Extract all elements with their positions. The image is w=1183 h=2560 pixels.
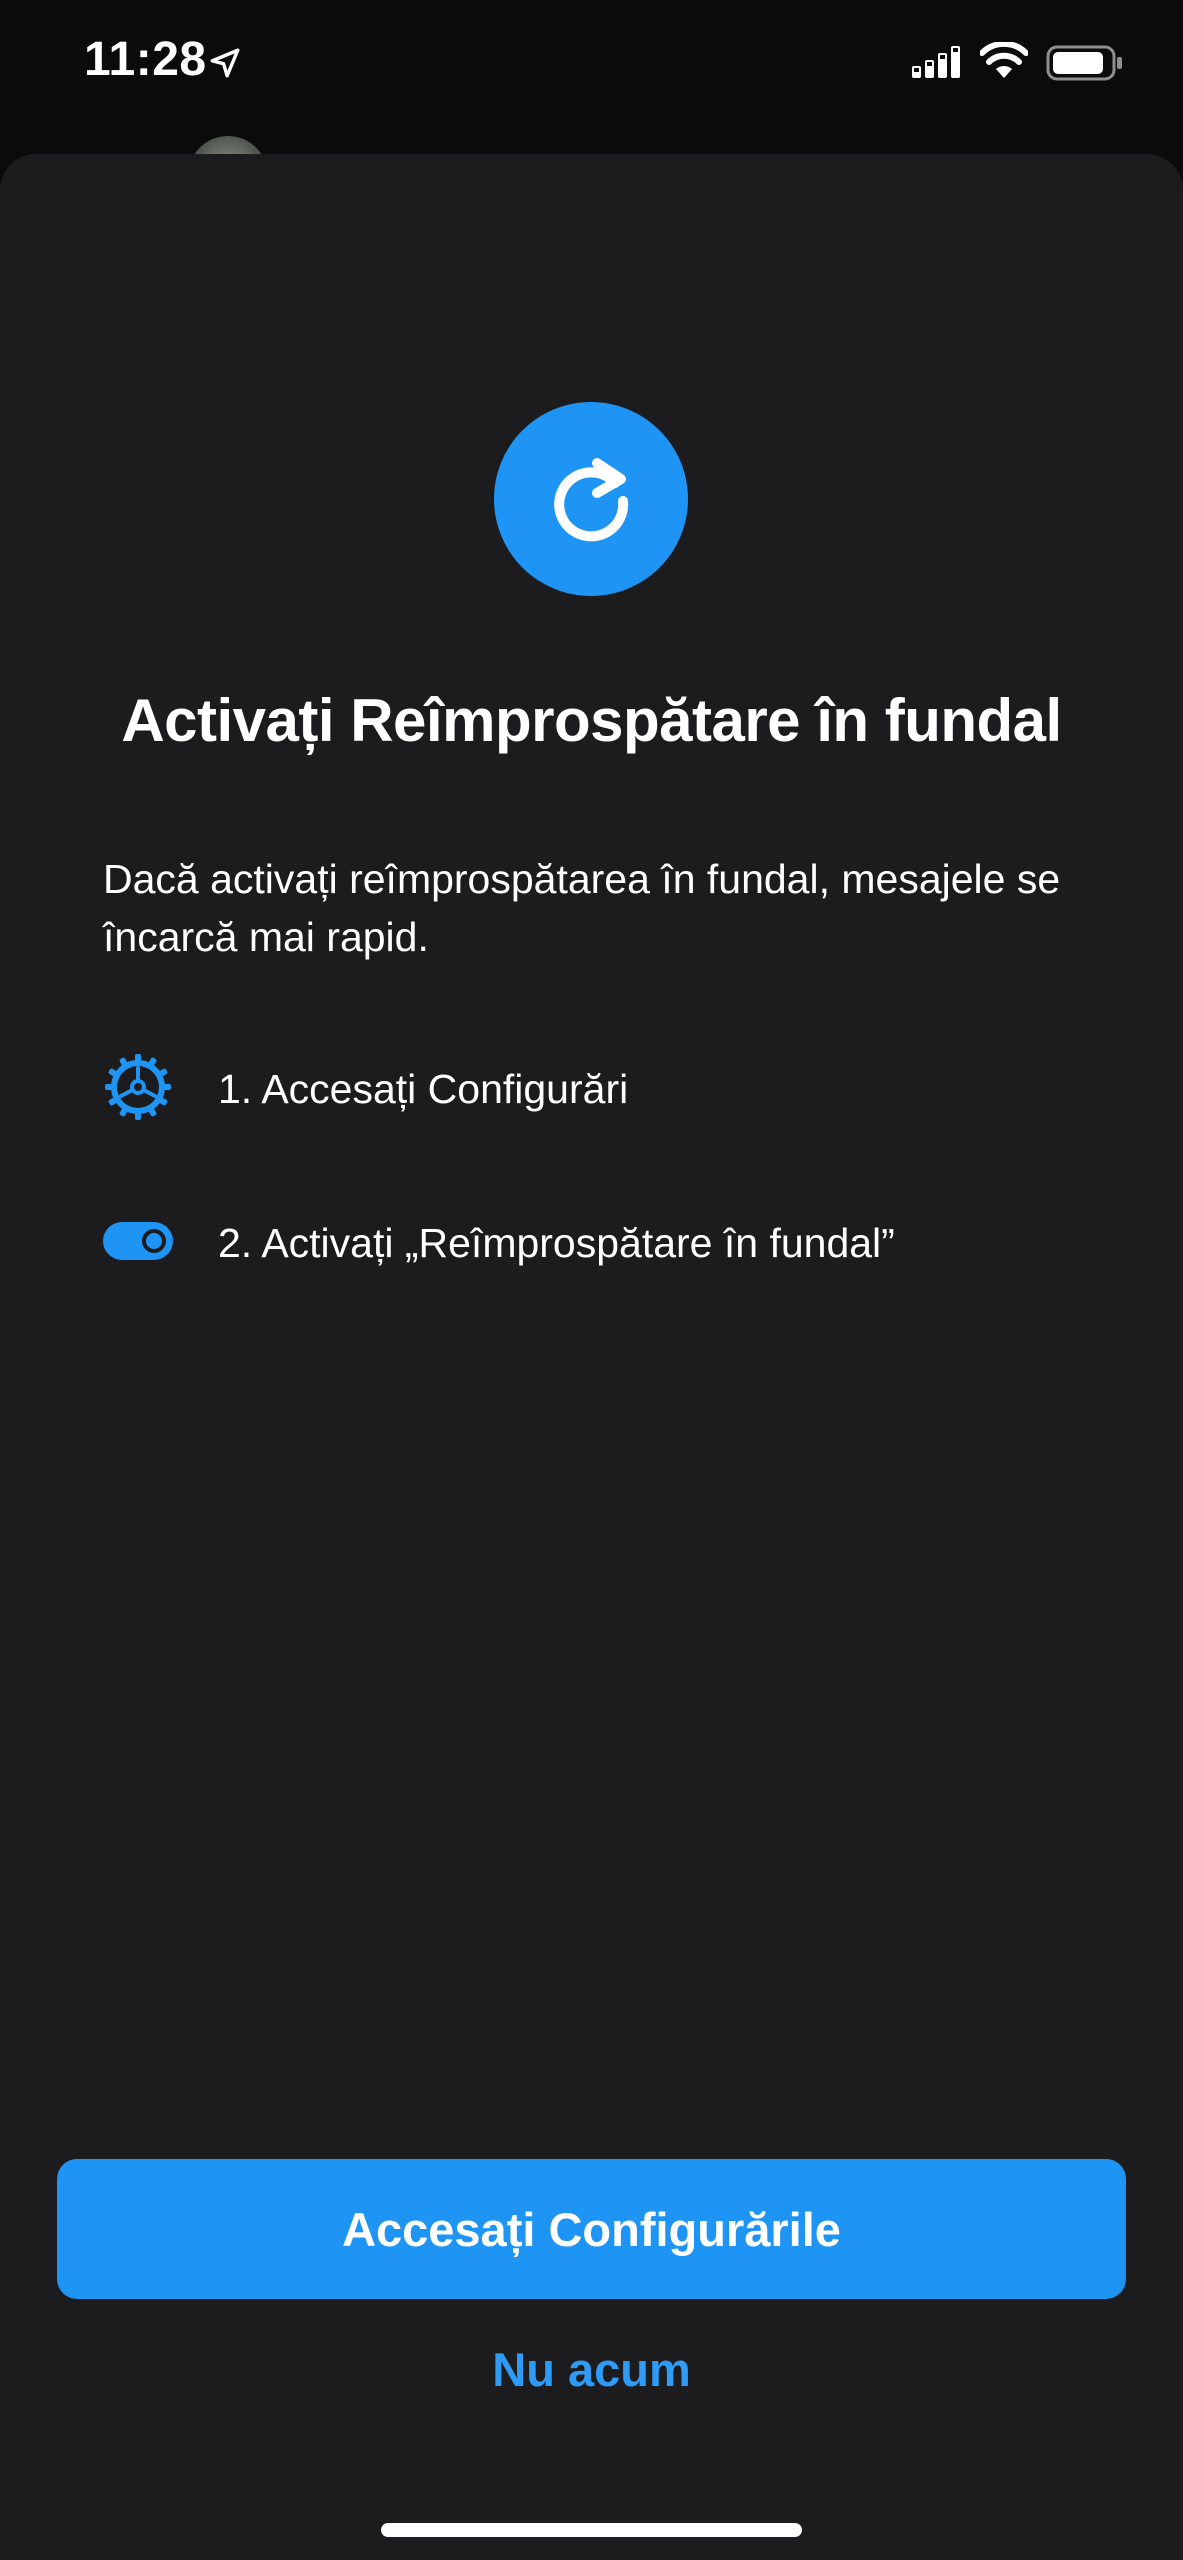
open-settings-button[interactable]: Accesați Configurările <box>57 2159 1126 2299</box>
sheet-title: Activați Reîmprospătare în fundal <box>121 687 1062 754</box>
step-open-settings: 1. Accesați Configurări <box>103 1052 1083 1132</box>
status-time: 11:28 <box>84 33 207 86</box>
home-indicator[interactable] <box>381 2523 802 2537</box>
toggle-icon <box>103 1222 173 1260</box>
step-enable-refresh: 2. Activați „Reîmprospătare în fundal” <box>103 1206 1083 1286</box>
toggle-knob <box>142 1229 166 1253</box>
step-label: 1. Accesați Configurări <box>218 1066 629 1112</box>
step-label: 2. Activați „Reîmprospătare în fundal” <box>218 1220 895 1266</box>
cellular-signal-icon <box>912 46 960 78</box>
battery-icon <box>1046 45 1122 81</box>
refresh-icon <box>554 458 629 542</box>
gear-icon <box>105 1054 171 1120</box>
location-arrow-icon <box>210 48 240 78</box>
status-bar: 11:28 <box>0 0 1183 140</box>
refresh-badge <box>494 402 688 596</box>
not-now-button[interactable]: Nu acum <box>0 2342 1183 2397</box>
sheet-description: Dacă activați reîmprospătarea în fundal,… <box>103 856 1061 960</box>
wifi-icon <box>980 42 1028 78</box>
